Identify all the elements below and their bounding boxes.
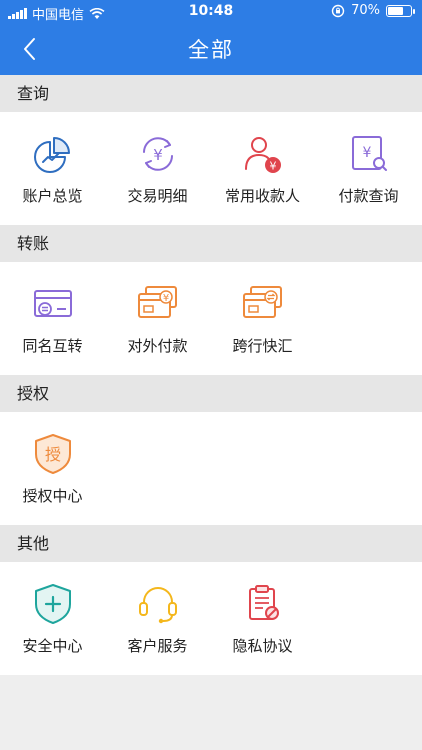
menu-item-payment-inquiry[interactable]: ¥ 付款查询 xyxy=(316,112,421,225)
battery-icon xyxy=(386,4,415,17)
menu-item-label: 授权中心 xyxy=(22,487,83,505)
payment-search-icon: ¥ xyxy=(352,136,387,171)
menu-item-label: 账户总览 xyxy=(22,187,83,205)
battery-fill xyxy=(388,6,403,15)
menu-item-label: 跨行快汇 xyxy=(232,337,293,355)
section-other: 安全中心 客户服务 隐私协议 xyxy=(0,562,422,675)
menu-item-label: 隐私协议 xyxy=(232,637,293,655)
authorize-shield-icon: 授 xyxy=(35,434,71,474)
yuan-cycle-icon: ¥ xyxy=(143,137,173,171)
pie-chart-icon xyxy=(34,137,70,173)
menu-item-label: 交易明细 xyxy=(127,187,188,205)
section-header-authorization: 授权 xyxy=(0,375,422,412)
section-query: 账户总览 ¥ 交易明细 ¥ 常用收款人 ¥ 付款查询 xyxy=(0,112,422,225)
menu-item-account-overview[interactable]: 账户总览 xyxy=(0,112,105,225)
status-right: 70% xyxy=(331,3,415,18)
menu-item-transaction-details[interactable]: ¥ 交易明细 xyxy=(105,112,210,225)
menu-item-external-payment[interactable]: ¥ 对外付款 xyxy=(105,262,210,375)
battery-percent: 70% xyxy=(351,3,380,18)
menu-item-interbank-express[interactable]: 跨行快汇 xyxy=(210,262,315,375)
card-yuan-icon: ¥ xyxy=(138,286,177,318)
section-header-query: 查询 xyxy=(0,75,422,112)
security-shield-icon xyxy=(35,584,71,624)
top-bar: 中国电信 10:48 70% 全部 xyxy=(0,0,422,75)
section-header-other: 其他 xyxy=(0,525,422,562)
svg-text:¥: ¥ xyxy=(363,145,372,161)
menu-item-customer-service[interactable]: 客户服务 xyxy=(105,562,210,675)
headset-icon xyxy=(139,587,177,624)
menu-item-privacy-agreement[interactable]: 隐私协议 xyxy=(210,562,315,675)
shield-badge-text: 授 xyxy=(45,445,61,464)
svg-text:¥: ¥ xyxy=(153,146,163,164)
menu-item-frequent-payees[interactable]: ¥ 常用收款人 xyxy=(210,112,315,225)
menu-item-label: 客户服务 xyxy=(127,637,188,655)
menu-item-security-center[interactable]: 安全中心 xyxy=(0,562,105,675)
orientation-lock-icon xyxy=(331,4,345,17)
section-transfer: 同名互转 ¥ 对外付款 跨行快汇 xyxy=(0,262,422,375)
card-exchange-icon xyxy=(34,290,72,317)
section-header-transfer: 转账 xyxy=(0,225,422,262)
menu-item-label: 常用收款人 xyxy=(224,187,300,205)
menu-item-label: 同名互转 xyxy=(22,337,83,355)
status-bar: 中国电信 10:48 70% xyxy=(0,0,422,24)
card-transfer-icon xyxy=(243,286,282,318)
menu-item-label: 对外付款 xyxy=(127,337,188,355)
menu-item-label: 付款查询 xyxy=(338,187,399,205)
payee-icon: ¥ xyxy=(245,137,281,173)
svg-text:¥: ¥ xyxy=(270,160,277,173)
menu-item-authorization-center[interactable]: 授 授权中心 xyxy=(0,412,105,525)
clipboard-icon xyxy=(249,585,279,620)
menu-item-label: 安全中心 xyxy=(22,637,83,655)
menu-item-same-name-transfer[interactable]: 同名互转 xyxy=(0,262,105,375)
page-title: 全部 xyxy=(188,38,234,62)
nav-bar: 全部 xyxy=(0,24,422,75)
svg-text:¥: ¥ xyxy=(163,293,169,304)
section-authorization: 授 授权中心 xyxy=(0,412,422,525)
